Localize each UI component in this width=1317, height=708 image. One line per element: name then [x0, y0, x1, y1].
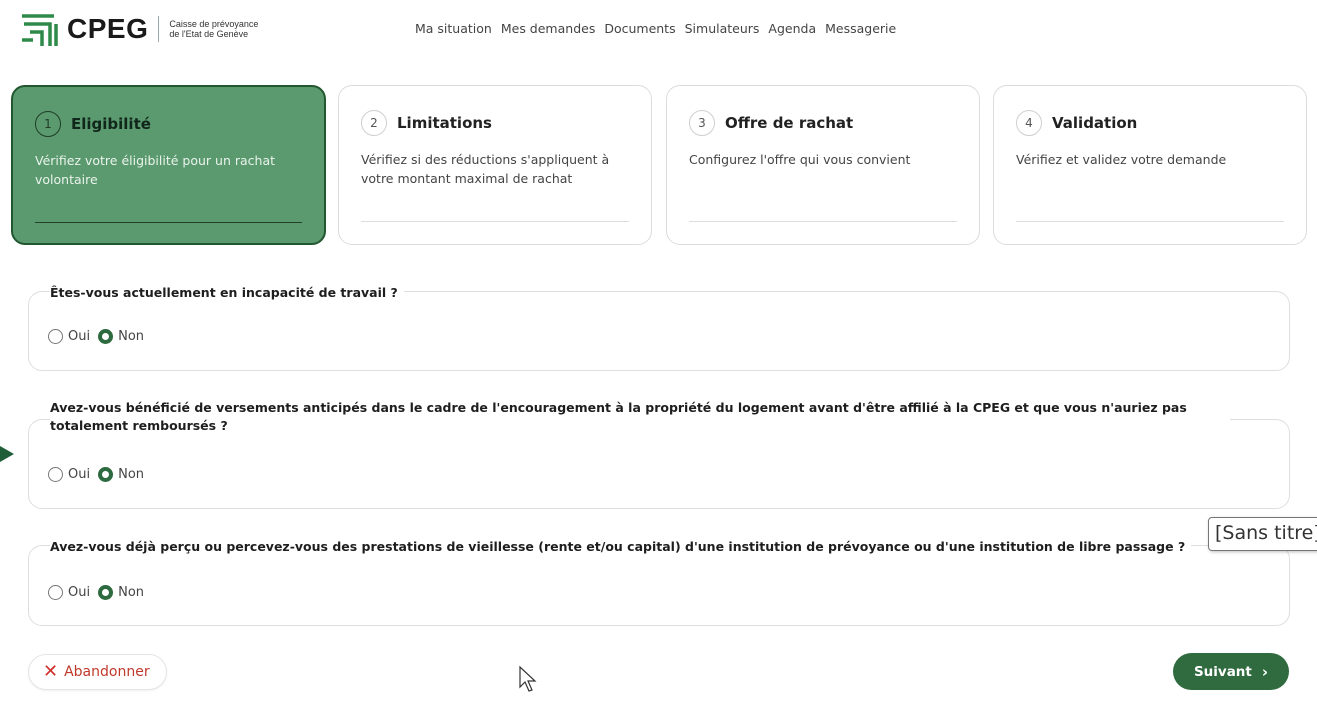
step-description: Vérifiez si des réductions s'appliquent …	[361, 152, 610, 186]
step-title: Eligibilité	[71, 115, 151, 133]
brand-subtitle-line2: de l'Etat de Genève	[169, 29, 249, 39]
radio-group: Oui Non	[48, 585, 144, 600]
radio-label: Oui	[68, 585, 91, 600]
side-pointer-arrow-icon	[0, 446, 14, 462]
radio-label: Non	[118, 467, 145, 482]
nav-item-documents[interactable]: Documents	[604, 21, 675, 36]
question-label: Avez-vous déjà perçu ou percevez-vous de…	[50, 538, 1192, 556]
step-description: Vérifiez et validez votre demande	[1016, 152, 1227, 167]
step-description: Configurez l'offre qui vous convient	[689, 152, 911, 167]
step-title: Validation	[1052, 114, 1138, 132]
step-description: Vérifiez votre éligibilité pour un racha…	[35, 153, 276, 187]
radio-label: Oui	[68, 329, 91, 344]
question-label: Êtes-vous actuellement en incapacité de …	[50, 284, 404, 302]
step-number: 4	[1016, 110, 1042, 136]
radio-option-non[interactable]: Non	[98, 329, 144, 344]
radio-button-selected[interactable]	[98, 585, 114, 600]
step-eligibilite[interactable]: 1 Eligibilité Vérifiez votre éligibilité…	[11, 85, 326, 245]
step-title: Limitations	[397, 114, 492, 132]
next-label: Suivant	[1193, 663, 1252, 680]
radio-option-oui[interactable]: Oui	[48, 467, 90, 482]
radio-button-selected[interactable]	[98, 329, 114, 344]
brand-name: CPEG	[67, 13, 149, 44]
step-underline	[35, 222, 302, 223]
cpeg-logo[interactable]: CPEG Caisse de prévoyance de l'Etat de G…	[20, 10, 258, 48]
radio-label: Non	[118, 585, 145, 600]
radio-option-oui[interactable]: Oui	[48, 329, 90, 344]
radio-group: Oui Non	[48, 329, 144, 344]
main-nav: Ma situation Mes demandes Documents Simu…	[415, 21, 896, 36]
nav-item-ma-situation[interactable]: Ma situation	[415, 21, 492, 36]
step-number: 2	[361, 110, 387, 136]
radio-option-non[interactable]: Non	[98, 467, 144, 482]
logo-divider	[158, 16, 160, 42]
question-label: Avez-vous bénéficié de versements antici…	[50, 399, 1230, 435]
radio-label: Oui	[68, 467, 91, 482]
nav-item-messagerie[interactable]: Messagerie	[825, 21, 896, 36]
step-header: 1 Eligibilité	[35, 111, 302, 137]
step-header: 3 Offre de rachat	[689, 110, 957, 136]
radio-button-selected[interactable]	[98, 467, 114, 482]
nav-item-simulateurs[interactable]: Simulateurs	[685, 21, 760, 36]
radio-button[interactable]	[48, 329, 63, 344]
cpeg-logo-icon	[22, 14, 58, 46]
step-validation[interactable]: 4 Validation Vérifiez et validez votre d…	[993, 85, 1307, 245]
step-header: 2 Limitations	[361, 110, 629, 136]
step-limitations[interactable]: 2 Limitations Vérifiez si des réductions…	[338, 85, 652, 245]
step-header: 4 Validation	[1016, 110, 1284, 136]
chevron-right-icon: ›	[1261, 662, 1269, 681]
step-number: 1	[35, 111, 61, 137]
radio-group: Oui Non	[48, 467, 144, 482]
close-icon: ✕	[43, 661, 59, 682]
step-number: 3	[689, 110, 715, 136]
step-underline	[361, 221, 629, 222]
brand-subtitle-line1: Caisse de prévoyance	[169, 19, 259, 29]
abandon-label: Abandonner	[64, 664, 150, 680]
window-title-tooltip: [Sans titre]	[1208, 517, 1317, 551]
mouse-cursor-icon	[519, 665, 537, 692]
app-header: CPEG Caisse de prévoyance de l'Etat de G…	[0, 0, 1317, 62]
radio-option-oui[interactable]: Oui	[48, 585, 90, 600]
radio-option-non[interactable]: Non	[98, 585, 144, 600]
question-box	[28, 291, 1290, 371]
nav-item-mes-demandes[interactable]: Mes demandes	[501, 21, 595, 36]
abandon-button[interactable]: ✕ Abandonner	[28, 654, 167, 690]
questions-panel: Êtes-vous actuellement en incapacité de …	[12, 262, 1308, 688]
step-offre-de-rachat[interactable]: 3 Offre de rachat Configurez l'offre qui…	[666, 85, 980, 245]
radio-label: Non	[118, 329, 145, 344]
next-button[interactable]: Suivant ›	[1173, 653, 1289, 690]
brand-subtitle: Caisse de prévoyance de l'Etat de Genève	[169, 19, 258, 39]
radio-button[interactable]	[48, 467, 63, 482]
step-underline	[1016, 221, 1284, 222]
radio-button[interactable]	[48, 585, 63, 600]
step-title: Offre de rachat	[725, 114, 854, 132]
step-underline	[689, 221, 957, 222]
nav-item-agenda[interactable]: Agenda	[768, 21, 816, 36]
question-box	[28, 545, 1290, 626]
